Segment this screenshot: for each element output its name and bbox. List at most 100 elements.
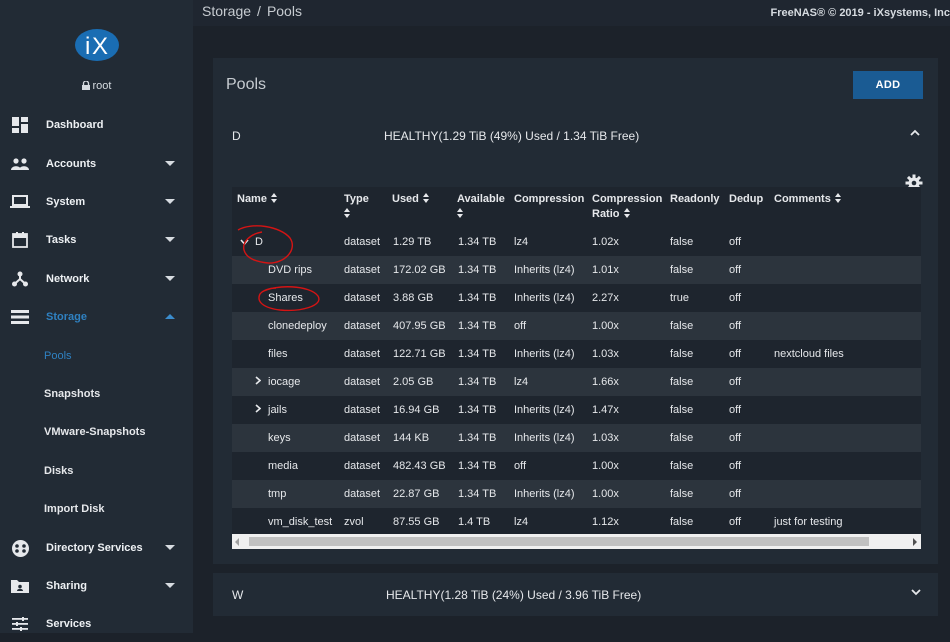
pool-name: W <box>232 588 244 602</box>
cell-compression: Inherits (lz4) <box>514 348 575 360</box>
cell-dedup: off <box>729 348 742 360</box>
pool-w-header[interactable]: W HEALTHY(1.28 TiB (24%) Used / 3.96 TiB… <box>213 573 938 616</box>
cell-comments: nextcloud files <box>774 348 844 360</box>
cell-name: clonedeploy <box>268 320 327 332</box>
nav-sharing-label: Sharing <box>46 580 87 592</box>
chevron-right-icon[interactable] <box>255 376 262 388</box>
nav-dashboard[interactable]: Dashboard <box>0 107 193 143</box>
cell-readonly: false <box>670 348 694 360</box>
table-row[interactable]: keys dataset 144 KB 1.34 TB Inherits (lz4) 1.… <box>232 424 921 452</box>
chevron-down-icon[interactable] <box>240 236 249 248</box>
cell-name: DVD rips <box>268 264 313 276</box>
table-row[interactable]: jails dataset 16.94 GB 1.34 TB Inherits (lz4… <box>232 396 921 424</box>
table-row[interactable]: clonedeploy dataset 407.95 GB 1.34 TB off 1.0… <box>232 312 921 340</box>
cell-name: files <box>268 348 288 360</box>
cell-ratio: 1.01x <box>592 264 619 276</box>
scrollbar-thumb[interactable] <box>249 537 869 546</box>
cell-available: 1.34 TB <box>458 488 497 500</box>
table-row[interactable]: tmp dataset 22.87 GB 1.34 TB Inherits (lz4) 1… <box>232 480 921 508</box>
chevron-down-icon <box>165 199 175 204</box>
chevron-up-icon[interactable] <box>910 129 920 136</box>
nav-sharing[interactable]: Sharing <box>0 568 193 604</box>
nav-directory-services[interactable]: Directory Services <box>0 530 193 566</box>
col-header-used[interactable]: Used <box>392 192 430 207</box>
nav-storage[interactable]: Storage <box>0 299 193 335</box>
col-header-type[interactable]: Type <box>344 192 369 222</box>
cell-type: dataset <box>344 292 381 304</box>
cell-used: 2.05 GB <box>393 376 434 388</box>
nav-system[interactable]: System <box>0 184 193 220</box>
cell-available: 1.34 TB <box>458 348 497 360</box>
table-row[interactable]: media dataset 482.43 GB 1.34 TB off 1.00x fals… <box>232 452 921 480</box>
sub-item-import-disk[interactable]: Import Disk <box>44 503 105 515</box>
nav-services[interactable]: Services <box>0 606 193 642</box>
sort-icon <box>623 208 631 219</box>
nav-accounts[interactable]: Accounts <box>0 146 193 182</box>
add-button[interactable]: ADD <box>853 71 923 99</box>
cell-comments: just for testing <box>774 516 843 528</box>
sort-icon <box>270 193 278 204</box>
col-header-comments-label: Comments <box>774 193 831 205</box>
col-header-comments[interactable]: Comments <box>774 192 842 207</box>
table-row[interactable]: Ddataset 1.29 TB 1.34 TB lz4 1.02x false off <box>232 228 921 256</box>
sort-icon <box>422 193 430 204</box>
cell-type: dataset <box>344 488 381 500</box>
chevron-up-icon <box>165 314 175 319</box>
col-header-available-label: Available <box>457 193 505 205</box>
sub-item-pools[interactable]: Pools <box>44 350 72 362</box>
sub-item-vmware-snapshots[interactable]: VMware-Snapshots <box>44 426 145 438</box>
cell-readonly: false <box>670 236 694 248</box>
cell-type: dataset <box>344 432 381 444</box>
cell-compression: Inherits (lz4) <box>514 488 575 500</box>
col-header-compression[interactable]: Compression <box>514 192 584 207</box>
sub-item-snapshots[interactable]: Snapshots <box>44 388 100 400</box>
pool-d-header[interactable]: D HEALTHY(1.29 TiB (49%) Used / 1.34 TiB… <box>213 115 938 155</box>
scroll-right-icon[interactable] <box>913 538 917 546</box>
col-header-available[interactable]: Available <box>457 192 505 222</box>
cell-used: 22.87 GB <box>393 488 440 500</box>
cell-available: 1.34 TB <box>458 432 497 444</box>
nav-system-label: System <box>46 196 86 208</box>
table-row[interactable]: vm_disk_test zvol 87.55 GB 1.4 TB lz4 1.12x fa… <box>232 508 921 536</box>
scroll-left-icon[interactable] <box>235 538 239 546</box>
col-header-readonly-label: Readonly <box>670 193 720 205</box>
cell-ratio: 1.02x <box>592 236 619 248</box>
cell-type: dataset <box>344 404 381 416</box>
col-header-ratio-label-2: Ratio <box>592 208 620 220</box>
cell-used: 172.02 GB <box>393 264 446 276</box>
cell-dedup: off <box>729 236 742 248</box>
cell-type: zvol <box>344 516 364 528</box>
col-header-name[interactable]: Name <box>237 192 278 207</box>
col-header-readonly[interactable]: Readonly <box>670 192 720 207</box>
cell-readonly: false <box>670 404 694 416</box>
pool-status: HEALTHY(1.28 TiB (24%) Used / 3.96 TiB F… <box>386 588 642 602</box>
cell-compression: off <box>514 460 527 472</box>
breadcrumb-separator: / <box>257 3 261 19</box>
chevron-down-icon <box>165 161 175 166</box>
cell-readonly: false <box>670 320 694 332</box>
chevron-down-icon <box>165 545 175 550</box>
chevron-down-icon[interactable] <box>911 589 921 596</box>
table-row[interactable]: files dataset 122.71 GB 1.34 TB Inherits (lz… <box>232 340 921 368</box>
cell-type: dataset <box>344 460 381 472</box>
chevron-right-icon[interactable] <box>255 404 262 416</box>
nav-tasks[interactable]: Tasks <box>0 222 193 258</box>
table-row[interactable]: iocage dataset 2.05 GB 1.34 TB lz4 1.66x false… <box>232 368 921 396</box>
table-row[interactable]: Shares dataset 3.88 GB 1.34 TB Inherits (lz4… <box>232 284 921 312</box>
col-header-compression-ratio[interactable]: Compression Ratio <box>592 192 662 222</box>
cell-ratio: 1.66x <box>592 376 619 388</box>
horizontal-scrollbar[interactable] <box>232 534 921 549</box>
cell-compression: Inherits (lz4) <box>514 432 575 444</box>
cell-readonly: false <box>670 376 694 388</box>
sub-item-disks[interactable]: Disks <box>44 465 73 477</box>
cell-available: 1.34 TB <box>458 460 497 472</box>
breadcrumb: Storage / Pools <box>202 3 302 19</box>
cell-compression: Inherits (lz4) <box>514 264 575 276</box>
cell-available: 1.34 TB <box>458 292 497 304</box>
cell-dedup: off <box>729 264 742 276</box>
nav-network[interactable]: Network <box>0 261 193 297</box>
col-header-dedup[interactable]: Dedup <box>729 192 763 207</box>
table-row[interactable]: DVD rips dataset 172.02 GB 1.34 TB Inherits … <box>232 256 921 284</box>
breadcrumb-storage[interactable]: Storage <box>202 3 251 19</box>
cell-readonly: false <box>670 264 694 276</box>
